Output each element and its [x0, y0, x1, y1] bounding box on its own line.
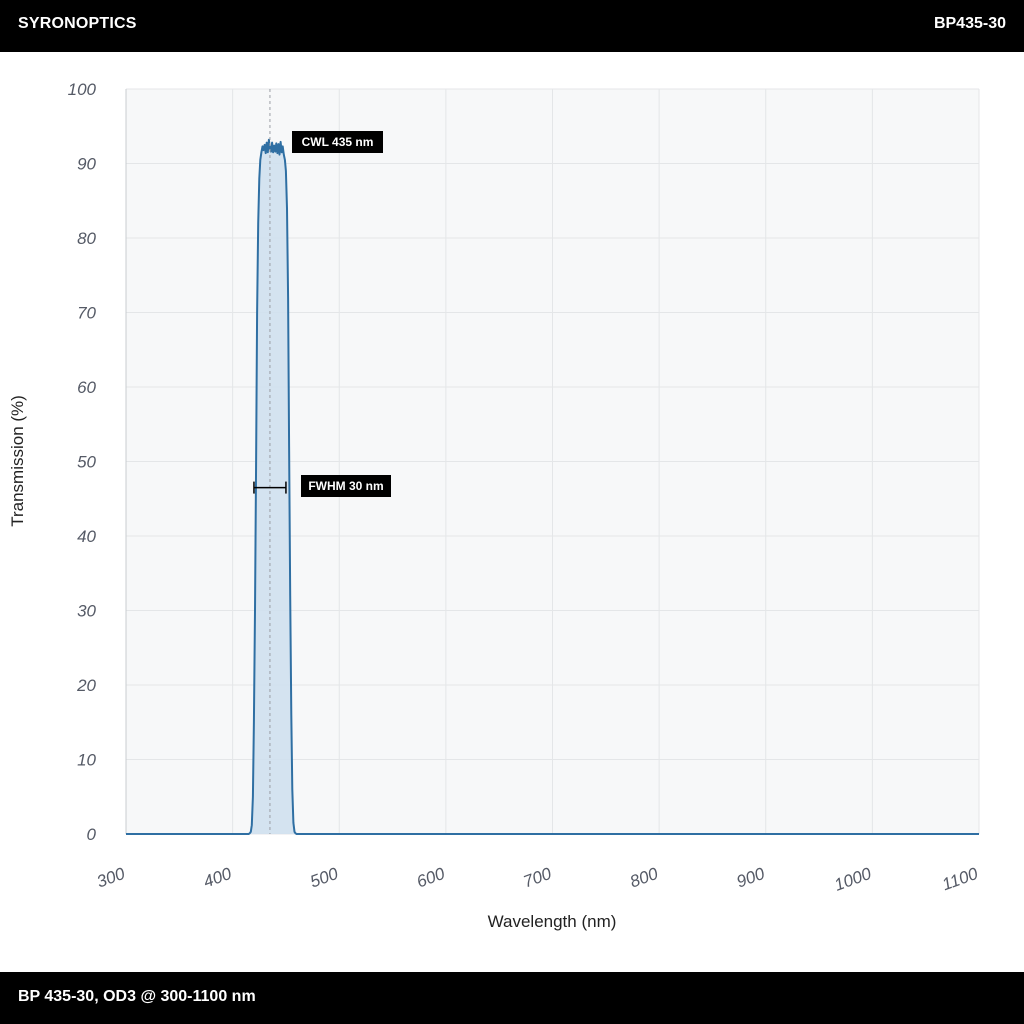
footer-caption: BP 435-30, OD3 @ 300-1100 nm	[18, 988, 256, 1005]
x-tick-label: 900	[734, 864, 768, 892]
y-tick-label: 50	[77, 453, 96, 472]
x-tick-label: 800	[627, 864, 661, 892]
y-axis-title: Transmission (%)	[8, 395, 27, 527]
x-tick-label: 1000	[832, 864, 875, 895]
footer-bar: BP 435-30, OD3 @ 300-1100 nm	[0, 972, 1024, 1024]
x-tick-label: 300	[94, 864, 128, 892]
part-number: BP435-30	[933, 15, 1006, 32]
y-tick-label: 0	[87, 825, 97, 844]
x-tick-label: 1100	[940, 864, 981, 895]
brand-name: SYRONOPTICS	[18, 15, 137, 32]
y-tick-label: 60	[77, 378, 96, 397]
y-tick-label: 100	[68, 80, 97, 99]
cwl-label: CWL 435 nm	[302, 135, 374, 149]
x-tick-label: 500	[307, 864, 341, 892]
y-tick-label: 90	[77, 155, 96, 174]
x-axis-title: Wavelength (nm)	[488, 912, 617, 931]
y-tick-label: 30	[77, 602, 96, 621]
transmission-chart: 0 10 20 30 40 50 60 70 80 90 100 300 400 500 600 700 800…	[8, 80, 981, 931]
y-tick-label: 40	[77, 527, 96, 546]
y-tick-label: 70	[77, 304, 96, 323]
y-tick-label: 10	[77, 751, 96, 770]
x-tick-label: 400	[201, 864, 235, 892]
fwhm-label: FWHM 30 nm	[308, 479, 383, 493]
x-tick-label: 700	[521, 864, 555, 892]
y-tick-label: 20	[76, 676, 96, 695]
x-tick-label: 600	[414, 864, 448, 892]
y-tick-label: 80	[77, 229, 96, 248]
header-bar: SYRONOPTICS BP435-30	[0, 0, 1024, 52]
